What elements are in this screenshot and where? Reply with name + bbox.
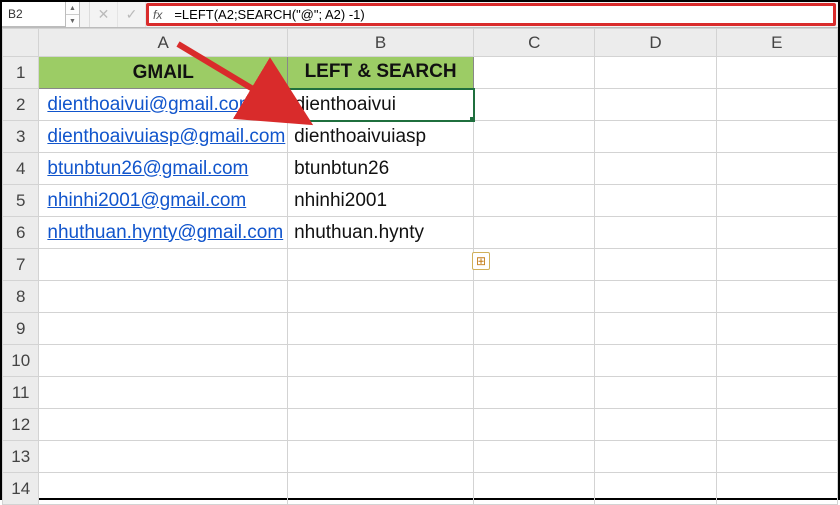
fill-handle[interactable]	[470, 117, 474, 121]
cell-E6[interactable]	[716, 217, 837, 249]
cell-C7[interactable]	[474, 249, 595, 281]
cell-A3[interactable]: dienthoaivuiasp@gmail.com	[39, 121, 288, 153]
cell-A6[interactable]: nhuthuan.hynty@gmail.com	[39, 217, 288, 249]
cell-C10[interactable]	[474, 345, 595, 377]
cell-D10[interactable]	[595, 345, 716, 377]
cell-D12[interactable]	[595, 409, 716, 441]
row-header[interactable]: 12	[3, 409, 39, 441]
cell-D11[interactable]	[595, 377, 716, 409]
cell-C4[interactable]	[474, 153, 595, 185]
cell-E7[interactable]	[716, 249, 837, 281]
cell-C3[interactable]	[474, 121, 595, 153]
cell-C8[interactable]	[474, 281, 595, 313]
spreadsheet-grid: A B C D E 1GMAILLEFT & SEARCH2dienthoaiv…	[2, 28, 838, 505]
select-all-corner[interactable]	[3, 29, 39, 57]
cell-C1[interactable]	[474, 57, 595, 89]
formula-area[interactable]: fx =LEFT(A2;SEARCH("@"; A2) -1)	[146, 3, 836, 26]
formula-bar-gap	[80, 2, 90, 27]
cell-B2[interactable]: dienthoaivui	[288, 89, 474, 121]
cell-B12[interactable]	[288, 409, 474, 441]
cell-D5[interactable]	[595, 185, 716, 217]
cell-D13[interactable]	[595, 441, 716, 473]
col-header-D[interactable]: D	[595, 29, 716, 57]
cell-D1[interactable]	[595, 57, 716, 89]
cell-E1[interactable]	[716, 57, 837, 89]
cell-B10[interactable]	[288, 345, 474, 377]
cancel-formula-button[interactable]: ✕	[90, 2, 118, 27]
cell-E3[interactable]	[716, 121, 837, 153]
cell-B7[interactable]	[288, 249, 474, 281]
grid-table: A B C D E 1GMAILLEFT & SEARCH2dienthoaiv…	[2, 28, 838, 505]
cell-B3[interactable]: dienthoaivuiasp	[288, 121, 474, 153]
row-header[interactable]: 5	[3, 185, 39, 217]
cell-B4[interactable]: btunbtun26	[288, 153, 474, 185]
row-header[interactable]: 3	[3, 121, 39, 153]
cell-A9[interactable]	[39, 313, 288, 345]
row-header[interactable]: 2	[3, 89, 39, 121]
cell-A5[interactable]: nhinhi2001@gmail.com	[39, 185, 288, 217]
fx-icon[interactable]: fx	[153, 8, 162, 22]
name-box-stepper[interactable]: ▲ ▼	[66, 2, 80, 27]
row-header[interactable]: 8	[3, 281, 39, 313]
accept-formula-button[interactable]: ✓	[118, 2, 146, 27]
cell-A8[interactable]	[39, 281, 288, 313]
cell-C13[interactable]	[474, 441, 595, 473]
cell-C6[interactable]	[474, 217, 595, 249]
cell-E9[interactable]	[716, 313, 837, 345]
stepper-up-icon[interactable]: ▲	[66, 2, 79, 15]
cell-A2[interactable]: dienthoaivui@gmail.com	[39, 89, 288, 121]
stepper-down-icon[interactable]: ▼	[66, 15, 79, 27]
row-header[interactable]: 10	[3, 345, 39, 377]
cell-B8[interactable]	[288, 281, 474, 313]
row-header[interactable]: 1	[3, 57, 39, 89]
cell-E12[interactable]	[716, 409, 837, 441]
col-header-E[interactable]: E	[716, 29, 837, 57]
cell-D9[interactable]	[595, 313, 716, 345]
cell-C2[interactable]	[474, 89, 595, 121]
cell-D2[interactable]	[595, 89, 716, 121]
cell-A13[interactable]	[39, 441, 288, 473]
cell-E13[interactable]	[716, 441, 837, 473]
cell-B5[interactable]: nhinhi2001	[288, 185, 474, 217]
cell-E2[interactable]	[716, 89, 837, 121]
col-header-C[interactable]: C	[474, 29, 595, 57]
cell-C12[interactable]	[474, 409, 595, 441]
row-header[interactable]: 11	[3, 377, 39, 409]
col-header-A[interactable]: A	[39, 29, 288, 57]
row-header[interactable]: 13	[3, 441, 39, 473]
cell-A10[interactable]	[39, 345, 288, 377]
cell-A4[interactable]: btunbtun26@gmail.com	[39, 153, 288, 185]
row-header[interactable]: 7	[3, 249, 39, 281]
cell-D6[interactable]	[595, 217, 716, 249]
cell-B1[interactable]: LEFT & SEARCH	[288, 57, 474, 89]
cell-C9[interactable]	[474, 313, 595, 345]
row-header[interactable]: 4	[3, 153, 39, 185]
cell-D3[interactable]	[595, 121, 716, 153]
cell-B11[interactable]	[288, 377, 474, 409]
cell-C5[interactable]	[474, 185, 595, 217]
cell-A7[interactable]	[39, 249, 288, 281]
name-box[interactable]: B2	[2, 2, 66, 27]
cell-B13[interactable]	[288, 441, 474, 473]
cell-D4[interactable]	[595, 153, 716, 185]
cell-E10[interactable]	[716, 345, 837, 377]
cell-D8[interactable]	[595, 281, 716, 313]
row-header[interactable]: 9	[3, 313, 39, 345]
cell-C11[interactable]	[474, 377, 595, 409]
row-header[interactable]: 6	[3, 217, 39, 249]
cell-E11[interactable]	[716, 377, 837, 409]
cell-E8[interactable]	[716, 281, 837, 313]
cell-E4[interactable]	[716, 153, 837, 185]
autofill-options-icon[interactable]: ⊞	[472, 252, 490, 270]
cell-D7[interactable]	[595, 249, 716, 281]
cell-A11[interactable]	[39, 377, 288, 409]
cell-A12[interactable]	[39, 409, 288, 441]
col-header-B[interactable]: B	[288, 29, 474, 57]
cell-B9[interactable]	[288, 313, 474, 345]
cell-B6[interactable]: nhuthuan.hynty	[288, 217, 474, 249]
cell-E5[interactable]	[716, 185, 837, 217]
formula-bar: B2 ▲ ▼ ✕ ✓ fx =LEFT(A2;SEARCH("@"; A2) -…	[2, 2, 838, 28]
cell-A1[interactable]: GMAIL	[39, 57, 288, 89]
formula-text[interactable]: =LEFT(A2;SEARCH("@"; A2) -1)	[174, 7, 364, 22]
